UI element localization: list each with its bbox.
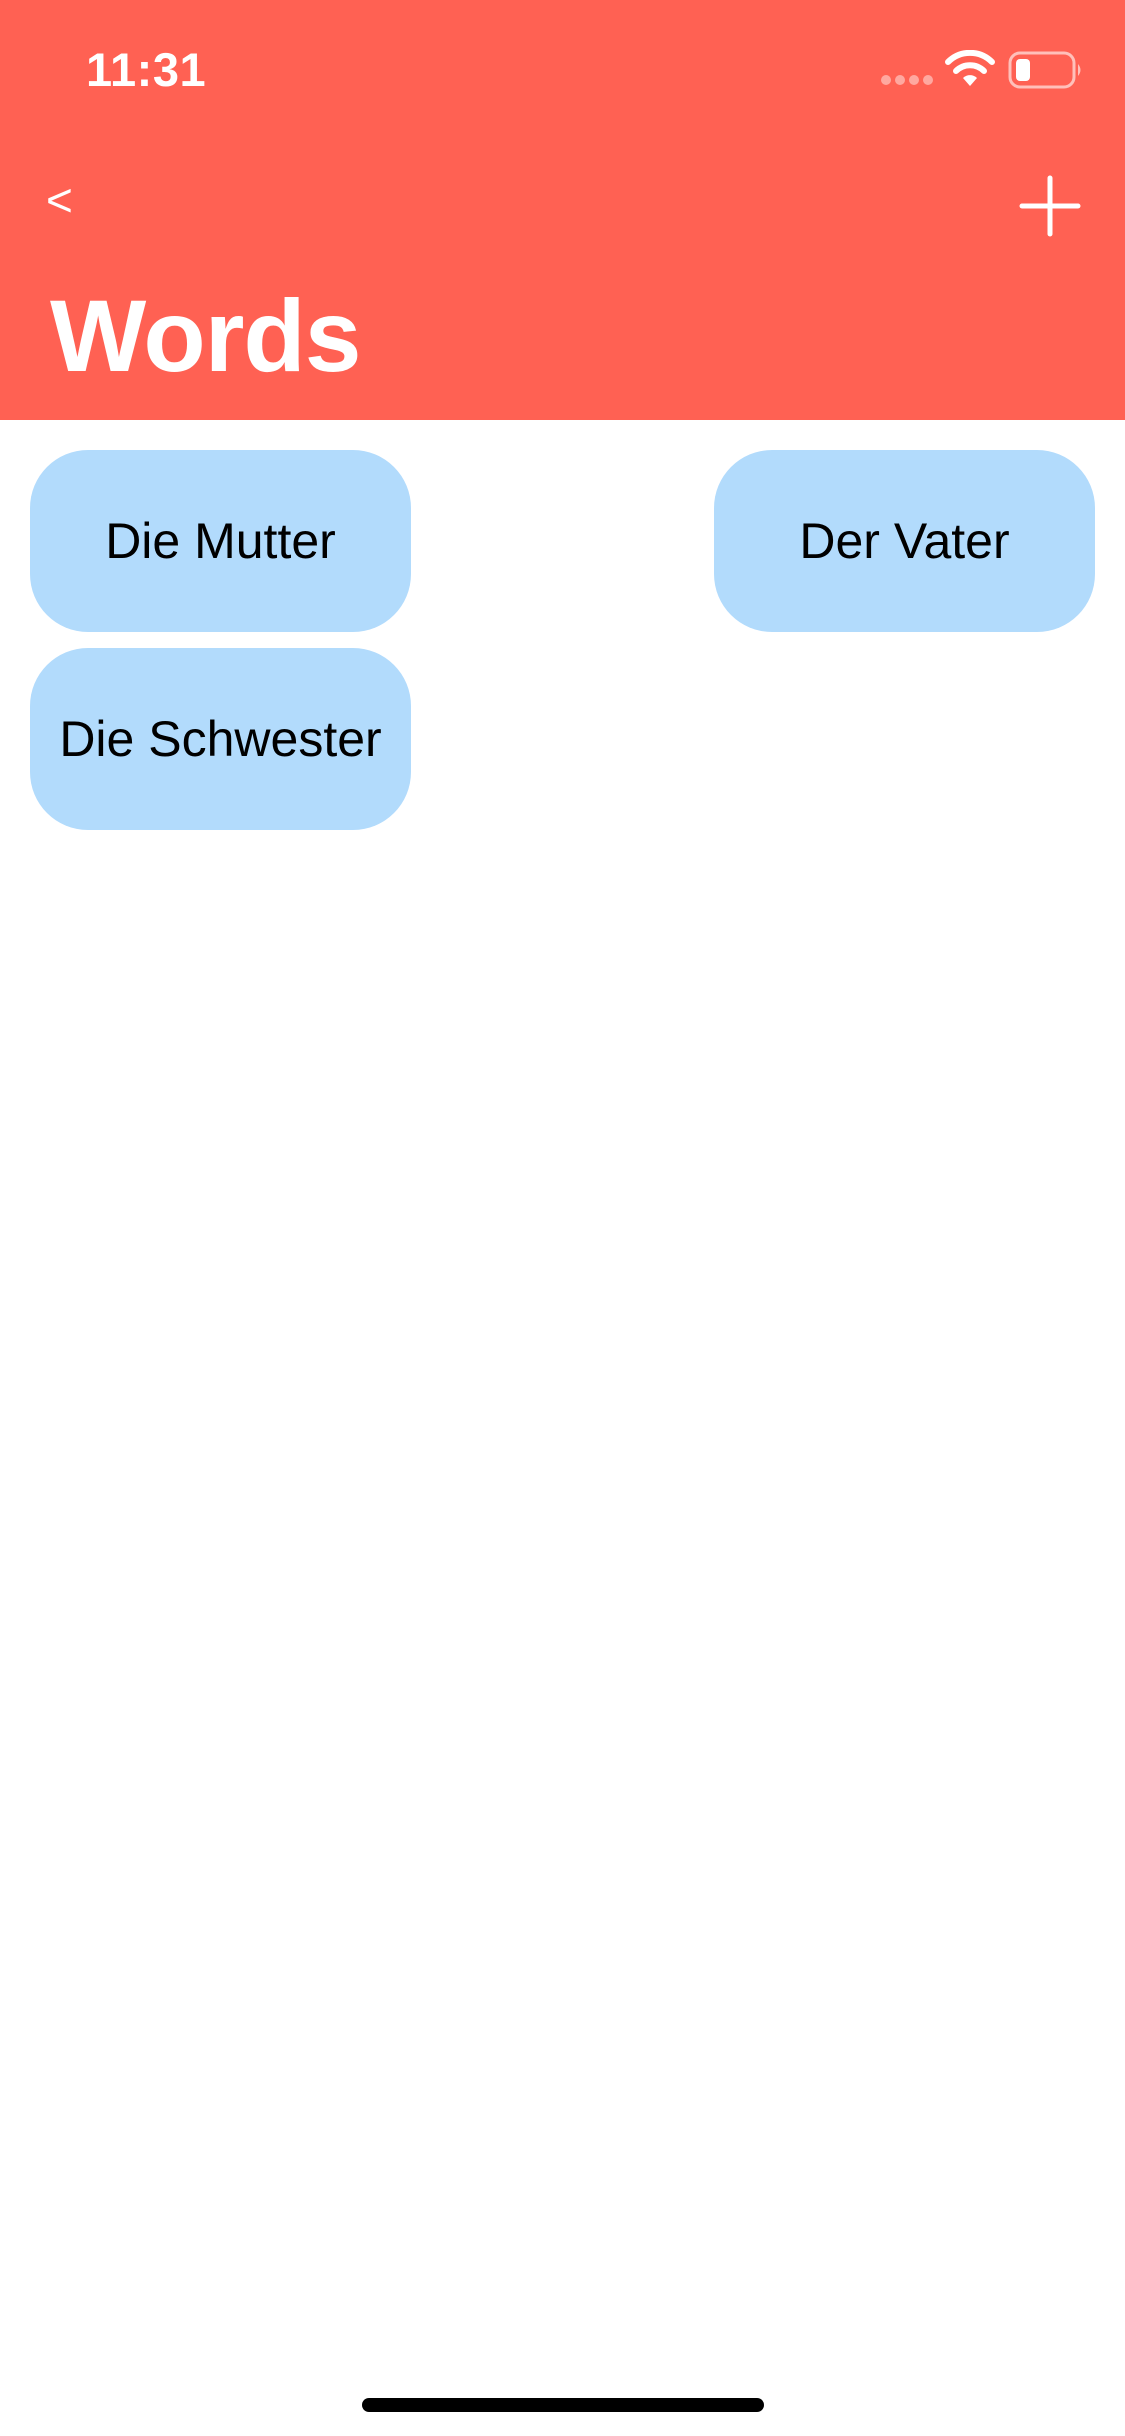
word-card-die-schwester[interactable]: Die Schwester [30,648,411,830]
word-label: Die Mutter [105,513,336,569]
signal-dots-icon [881,75,933,85]
page-title: Words [50,279,361,393]
words-screen: 11:31 < Words Die Mutter Der Vater Die S… [0,0,1125,2436]
wifi-icon [945,50,995,86]
word-label: Die Schwester [59,711,382,767]
battery-icon [1008,51,1081,89]
plus-icon[interactable] [1018,174,1082,238]
word-card-die-mutter[interactable]: Die Mutter [30,450,411,632]
word-card-der-vater[interactable]: Der Vater [714,450,1095,632]
status-time: 11:31 [86,43,207,96]
back-button[interactable]: < [46,170,126,240]
home-indicator[interactable] [362,2398,764,2412]
word-label: Der Vater [799,513,1010,569]
header-bar: 11:31 < Words [0,0,1125,420]
